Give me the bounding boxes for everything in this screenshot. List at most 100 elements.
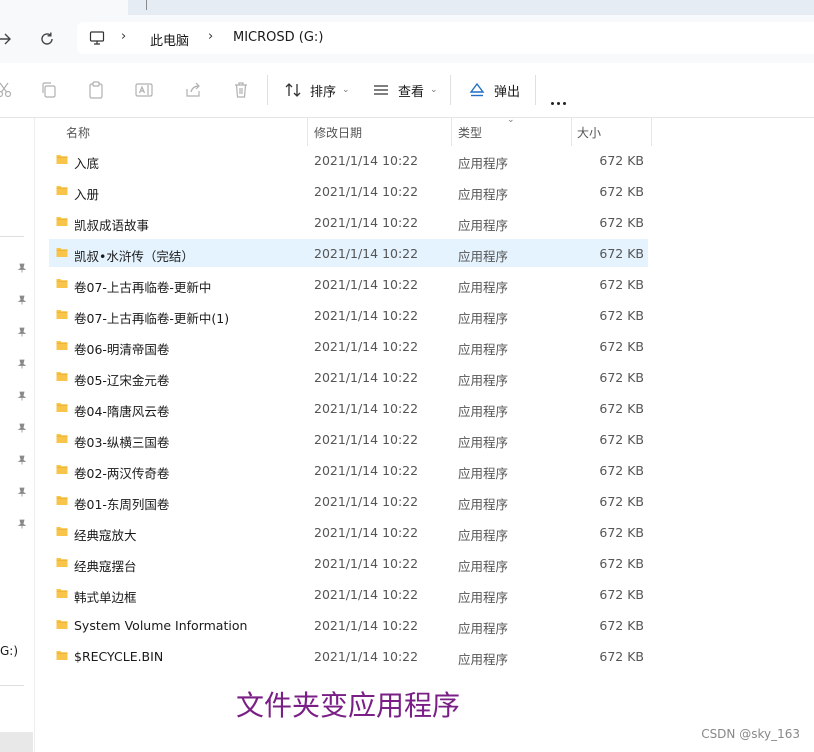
file-name: 韩式单边框 — [74, 590, 137, 605]
folder-icon — [56, 558, 68, 567]
delete-icon[interactable] — [231, 80, 251, 100]
file-size: 672 KB — [599, 308, 644, 323]
file-row[interactable]: 入底 2021/1/14 10:22 应用程序 672 KB — [49, 146, 648, 174]
file-size: 672 KB — [599, 215, 644, 230]
column-header-date[interactable]: 修改日期 — [314, 124, 362, 141]
pin-icon[interactable] — [17, 295, 27, 305]
file-size: 672 KB — [599, 432, 644, 447]
file-size: 672 KB — [599, 339, 644, 354]
file-date: 2021/1/14 10:22 — [314, 277, 419, 292]
file-row[interactable]: 卷05-辽宋金元卷 2021/1/14 10:22 应用程序 672 KB — [49, 363, 648, 391]
file-name: 卷07-上古再临卷-更新中(1) — [74, 311, 230, 326]
file-row[interactable]: 经典寇摆台 2021/1/14 10:22 应用程序 672 KB — [49, 549, 648, 577]
column-header-size[interactable]: 大小 — [577, 124, 601, 141]
view-list-icon — [374, 85, 388, 95]
pin-icon[interactable] — [17, 423, 27, 433]
column-divider[interactable] — [451, 118, 452, 146]
column-header-type[interactable]: 类型 — [458, 124, 482, 141]
folder-icon — [56, 217, 68, 226]
sort-button[interactable]: 排序 ⌄ — [284, 80, 350, 100]
column-header-name[interactable]: 名称 — [66, 124, 90, 141]
file-size: 672 KB — [599, 525, 644, 540]
eject-button[interactable]: 弹出 — [468, 80, 520, 100]
breadcrumb-chevron-icon: › — [208, 29, 214, 44]
file-name: 入底 — [74, 156, 100, 171]
file-row[interactable]: 卷02-两汉传奇卷 2021/1/14 10:22 应用程序 672 KB — [49, 456, 648, 484]
column-divider[interactable] — [651, 118, 652, 146]
forward-arrow-icon[interactable] — [0, 29, 14, 49]
file-size: 672 KB — [599, 370, 644, 385]
column-divider[interactable] — [307, 118, 308, 146]
view-button[interactable]: 查看 ⌄ — [372, 80, 438, 100]
column-divider[interactable] — [571, 118, 572, 146]
folder-icon — [56, 465, 68, 474]
folder-icon — [56, 403, 68, 412]
sort-icon — [285, 83, 301, 97]
refresh-icon[interactable] — [37, 29, 57, 49]
navigation-pane: G:) — [0, 118, 35, 752]
file-date: 2021/1/14 10:22 — [314, 432, 419, 447]
file-date: 2021/1/14 10:22 — [314, 525, 419, 540]
file-row[interactable]: 卷07-上古再临卷-更新中 2021/1/14 10:22 应用程序 672 KB — [49, 270, 648, 298]
file-size: 672 KB — [599, 587, 644, 602]
navigation-bar: › 此电脑 › MICROSD (G:) — [0, 15, 814, 63]
file-date: 2021/1/14 10:22 — [314, 463, 419, 478]
file-size: 672 KB — [599, 649, 644, 664]
file-row[interactable]: 入册 2021/1/14 10:22 应用程序 672 KB — [49, 177, 648, 205]
share-icon[interactable] — [183, 80, 203, 100]
folder-icon — [56, 248, 68, 257]
folder-icon — [56, 155, 68, 164]
breadcrumb-this-pc[interactable]: 此电脑 — [150, 30, 189, 49]
nav-item-drive-g[interactable]: G:) — [0, 644, 18, 658]
file-row[interactable]: 凯叔•水浒传（完结） 2021/1/14 10:22 应用程序 672 KB — [49, 239, 648, 267]
file-name: 卷05-辽宋金元卷 — [74, 373, 170, 388]
annotation-caption: 文件夹变应用程序 — [236, 689, 461, 722]
this-pc-icon — [89, 31, 105, 45]
file-row[interactable]: 卷03-纵横三国卷 2021/1/14 10:22 应用程序 672 KB — [49, 425, 648, 453]
copy-icon[interactable] — [39, 80, 59, 100]
file-row[interactable]: 凯叔成语故事 2021/1/14 10:22 应用程序 672 KB — [49, 208, 648, 236]
file-type: 应用程序 — [458, 342, 509, 357]
eject-icon — [469, 82, 485, 97]
file-row[interactable]: 韩式单边框 2021/1/14 10:22 应用程序 672 KB — [49, 580, 648, 608]
pin-icon[interactable] — [17, 359, 27, 369]
file-type: 应用程序 — [458, 156, 509, 171]
cut-icon[interactable] — [0, 80, 14, 100]
file-date: 2021/1/14 10:22 — [314, 401, 419, 416]
more-options-icon[interactable] — [551, 90, 569, 109]
pin-icon[interactable] — [17, 327, 27, 337]
folder-icon — [56, 372, 68, 381]
file-name: System Volume Information — [74, 618, 248, 633]
file-row[interactable]: 卷06-明清帝国卷 2021/1/14 10:22 应用程序 672 KB — [49, 332, 648, 360]
folder-icon — [56, 341, 68, 350]
pin-icon[interactable] — [17, 519, 27, 529]
view-label: 查看 — [398, 84, 425, 100]
pin-icon[interactable] — [17, 263, 27, 273]
file-size: 672 KB — [599, 556, 644, 571]
pin-icon[interactable] — [17, 455, 27, 465]
file-size: 672 KB — [599, 184, 644, 199]
toolbar-separator — [535, 75, 536, 105]
rename-icon[interactable] — [134, 80, 154, 100]
file-row[interactable]: 卷07-上古再临卷-更新中(1) 2021/1/14 10:22 应用程序 672 K… — [49, 301, 648, 329]
file-date: 2021/1/14 10:22 — [314, 246, 419, 261]
file-size: 672 KB — [599, 401, 644, 416]
address-bar[interactable]: › 此电脑 › MICROSD (G:) — [77, 22, 814, 54]
file-type: 应用程序 — [458, 373, 509, 388]
pin-icon[interactable] — [17, 487, 27, 497]
file-type: 应用程序 — [458, 590, 509, 605]
file-row[interactable]: 卷01-东周列国卷 2021/1/14 10:22 应用程序 672 KB — [49, 487, 648, 515]
pin-icon[interactable] — [17, 391, 27, 401]
file-name: 卷03-纵横三国卷 — [74, 435, 170, 450]
file-date: 2021/1/14 10:22 — [314, 153, 419, 168]
file-type: 应用程序 — [458, 404, 509, 419]
file-row[interactable]: $RECYCLE.BIN 2021/1/14 10:22 应用程序 672 KB — [49, 642, 648, 670]
file-row[interactable]: 经典寇放大 2021/1/14 10:22 应用程序 672 KB — [49, 518, 648, 546]
breadcrumb-microsd-drive[interactable]: MICROSD (G:) — [233, 30, 323, 45]
file-row[interactable]: System Volume Information 2021/1/14 10:22… — [49, 611, 648, 639]
file-date: 2021/1/14 10:22 — [314, 339, 419, 354]
file-row[interactable]: 卷04-隋唐风云卷 2021/1/14 10:22 应用程序 672 KB — [49, 394, 648, 422]
folder-icon — [56, 651, 68, 660]
paste-icon[interactable] — [86, 80, 106, 100]
active-tab[interactable] — [0, 0, 128, 15]
